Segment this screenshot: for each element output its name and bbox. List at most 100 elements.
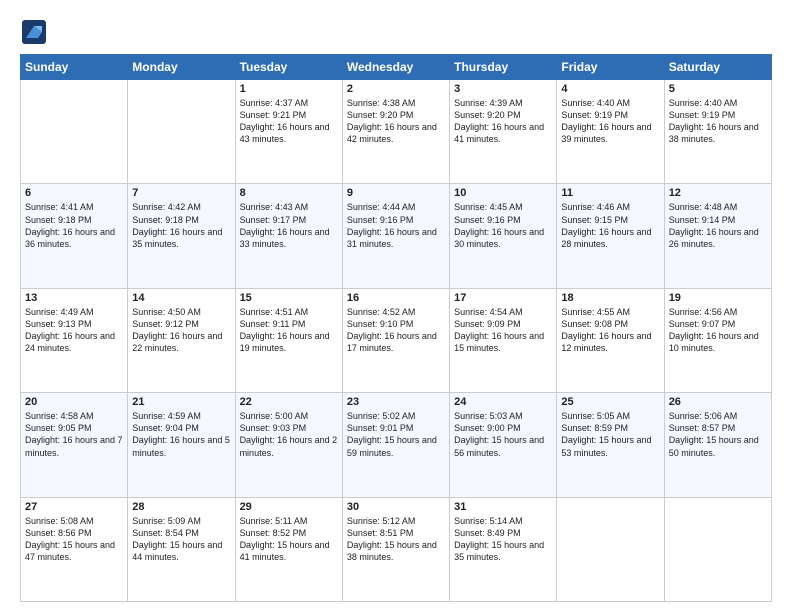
calendar-cell [664, 497, 771, 601]
weekday-header-tuesday: Tuesday [235, 55, 342, 80]
calendar-cell: 12 Sunrise: 4:48 AM Sunset: 9:14 PM Dayli… [664, 184, 771, 288]
day-number: 29 [240, 501, 338, 513]
cell-info: Sunrise: 4:46 AM Sunset: 9:15 PM Dayligh… [561, 201, 659, 250]
cell-info: Sunrise: 4:45 AM Sunset: 9:16 PM Dayligh… [454, 201, 552, 250]
calendar-cell [557, 497, 664, 601]
day-number: 28 [132, 501, 230, 513]
cell-info: Sunrise: 4:42 AM Sunset: 9:18 PM Dayligh… [132, 201, 230, 250]
calendar-cell: 9Sunrise: 4:44 AM Sunset: 9:16 PM Daylig… [342, 184, 449, 288]
week-row-2: 6 Sunrise: 4:41 AM Sunset: 9:18 PM Daylig… [21, 184, 772, 288]
cell-info: Sunrise: 4:50 AM Sunset: 9:12 PM Dayligh… [132, 306, 230, 355]
day-number: 30 [347, 501, 445, 513]
calendar-cell: 6 Sunrise: 4:41 AM Sunset: 9:18 PM Daylig… [21, 184, 128, 288]
calendar-cell: 10 Sunrise: 4:45 AM Sunset: 9:16 PM Dayli… [450, 184, 557, 288]
calendar-cell: 4 Sunrise: 4:40 AM Sunset: 9:19 PM Daylig… [557, 80, 664, 184]
cell-info: Sunrise: 4:51 AM Sunset: 9:11 PM Dayligh… [240, 306, 338, 355]
calendar-table: SundayMondayTuesdayWednesdayThursdayFrid… [20, 54, 772, 602]
calendar-cell: 30 Sunrise: 5:12 AM Sunset: 8:51 PM Dayli… [342, 497, 449, 601]
calendar-cell: 2 Sunrise: 4:38 AM Sunset: 9:20 PM Daylig… [342, 80, 449, 184]
week-row-5: 27 Sunrise: 5:08 AM Sunset: 8:56 PM Dayli… [21, 497, 772, 601]
cell-info: Sunrise: 4:40 AM Sunset: 9:19 PM Dayligh… [669, 97, 767, 146]
calendar-cell: 3Sunrise: 4:39 AM Sunset: 9:20 PM Daylig… [450, 80, 557, 184]
logo [20, 18, 50, 46]
day-number: 20 [25, 396, 123, 408]
cell-info: Sunrise: 4:43 AM Sunset: 9:17 PM Dayligh… [240, 201, 338, 250]
cell-info: Sunrise: 4:59 AM Sunset: 9:04 PM Dayligh… [132, 410, 230, 459]
day-number: 8 [240, 187, 338, 199]
day-number: 19 [669, 292, 767, 304]
calendar-cell: 22Sunrise: 5:00 AM Sunset: 9:03 PM Dayli… [235, 393, 342, 497]
day-number: 1 [240, 83, 338, 95]
cell-info: Sunrise: 5:06 AM Sunset: 8:57 PM Dayligh… [669, 410, 767, 459]
cell-info: Sunrise: 4:37 AM Sunset: 9:21 PM Dayligh… [240, 97, 338, 146]
cell-info: Sunrise: 4:58 AM Sunset: 9:05 PM Dayligh… [25, 410, 123, 459]
cell-info: Sunrise: 4:41 AM Sunset: 9:18 PM Dayligh… [25, 201, 123, 250]
weekday-header-monday: Monday [128, 55, 235, 80]
calendar-cell: 7 Sunrise: 4:42 AM Sunset: 9:18 PM Daylig… [128, 184, 235, 288]
calendar-cell: 24 Sunrise: 5:03 AM Sunset: 9:00 PM Dayli… [450, 393, 557, 497]
cell-info: Sunrise: 5:11 AM Sunset: 8:52 PM Dayligh… [240, 515, 338, 564]
weekday-header-friday: Friday [557, 55, 664, 80]
calendar-cell: 18Sunrise: 4:55 AM Sunset: 9:08 PM Dayli… [557, 288, 664, 392]
day-number: 7 [132, 187, 230, 199]
cell-info: Sunrise: 4:52 AM Sunset: 9:10 PM Dayligh… [347, 306, 445, 355]
cell-info: Sunrise: 4:38 AM Sunset: 9:20 PM Dayligh… [347, 97, 445, 146]
cell-info: Sunrise: 4:54 AM Sunset: 9:09 PM Dayligh… [454, 306, 552, 355]
calendar-cell [21, 80, 128, 184]
day-number: 25 [561, 396, 659, 408]
cell-info: Sunrise: 5:12 AM Sunset: 8:51 PM Dayligh… [347, 515, 445, 564]
cell-info: Sunrise: 5:03 AM Sunset: 9:00 PM Dayligh… [454, 410, 552, 459]
cell-info: Sunrise: 5:02 AM Sunset: 9:01 PM Dayligh… [347, 410, 445, 459]
cell-info: Sunrise: 4:55 AM Sunset: 9:08 PM Dayligh… [561, 306, 659, 355]
calendar-cell: 17Sunrise: 4:54 AM Sunset: 9:09 PM Dayli… [450, 288, 557, 392]
day-number: 31 [454, 501, 552, 513]
day-number: 11 [561, 187, 659, 199]
cell-info: Sunrise: 4:49 AM Sunset: 9:13 PM Dayligh… [25, 306, 123, 355]
calendar-cell: 14 Sunrise: 4:50 AM Sunset: 9:12 PM Dayli… [128, 288, 235, 392]
day-number: 26 [669, 396, 767, 408]
cell-info: Sunrise: 5:08 AM Sunset: 8:56 PM Dayligh… [25, 515, 123, 564]
calendar-cell: 28 Sunrise: 5:09 AM Sunset: 8:54 PM Dayli… [128, 497, 235, 601]
cell-info: Sunrise: 5:05 AM Sunset: 8:59 PM Dayligh… [561, 410, 659, 459]
cell-info: Sunrise: 5:14 AM Sunset: 8:49 PM Dayligh… [454, 515, 552, 564]
day-number: 15 [240, 292, 338, 304]
calendar-cell: 26 Sunrise: 5:06 AM Sunset: 8:57 PM Dayli… [664, 393, 771, 497]
day-number: 10 [454, 187, 552, 199]
logo-icon [20, 18, 48, 46]
day-number: 14 [132, 292, 230, 304]
day-number: 9 [347, 187, 445, 199]
weekday-header-sunday: Sunday [21, 55, 128, 80]
calendar-cell: 25 Sunrise: 5:05 AM Sunset: 8:59 PM Dayli… [557, 393, 664, 497]
day-number: 27 [25, 501, 123, 513]
weekday-header-wednesday: Wednesday [342, 55, 449, 80]
calendar-cell: 11 Sunrise: 4:46 AM Sunset: 9:15 PM Dayli… [557, 184, 664, 288]
day-number: 4 [561, 83, 659, 95]
day-number: 12 [669, 187, 767, 199]
calendar-cell: 5 Sunrise: 4:40 AM Sunset: 9:19 PM Daylig… [664, 80, 771, 184]
day-number: 13 [25, 292, 123, 304]
cell-info: Sunrise: 5:09 AM Sunset: 8:54 PM Dayligh… [132, 515, 230, 564]
calendar-cell: 21 Sunrise: 4:59 AM Sunset: 9:04 PM Dayli… [128, 393, 235, 497]
cell-info: Sunrise: 5:00 AM Sunset: 9:03 PM Dayligh… [240, 410, 338, 459]
header [20, 18, 772, 46]
calendar-cell: 31 Sunrise: 5:14 AM Sunset: 8:49 PM Dayli… [450, 497, 557, 601]
day-number: 5 [669, 83, 767, 95]
calendar-cell: 13 Sunrise: 4:49 AM Sunset: 9:13 PM Dayli… [21, 288, 128, 392]
weekday-header-saturday: Saturday [664, 55, 771, 80]
cell-info: Sunrise: 4:40 AM Sunset: 9:19 PM Dayligh… [561, 97, 659, 146]
calendar-cell: 27 Sunrise: 5:08 AM Sunset: 8:56 PM Dayli… [21, 497, 128, 601]
week-row-1: 1 Sunrise: 4:37 AM Sunset: 9:21 PM Daylig… [21, 80, 772, 184]
calendar-cell [128, 80, 235, 184]
day-number: 24 [454, 396, 552, 408]
calendar-cell: 16Sunrise: 4:52 AM Sunset: 9:10 PM Dayli… [342, 288, 449, 392]
cell-info: Sunrise: 4:48 AM Sunset: 9:14 PM Dayligh… [669, 201, 767, 250]
day-number: 6 [25, 187, 123, 199]
calendar-cell: 19 Sunrise: 4:56 AM Sunset: 9:07 PM Dayli… [664, 288, 771, 392]
cell-info: Sunrise: 4:56 AM Sunset: 9:07 PM Dayligh… [669, 306, 767, 355]
calendar-cell: 23Sunrise: 5:02 AM Sunset: 9:01 PM Dayli… [342, 393, 449, 497]
day-number: 2 [347, 83, 445, 95]
week-row-4: 20 Sunrise: 4:58 AM Sunset: 9:05 PM Dayli… [21, 393, 772, 497]
calendar-cell: 15 Sunrise: 4:51 AM Sunset: 9:11 PM Dayli… [235, 288, 342, 392]
week-row-3: 13 Sunrise: 4:49 AM Sunset: 9:13 PM Dayli… [21, 288, 772, 392]
day-number: 21 [132, 396, 230, 408]
